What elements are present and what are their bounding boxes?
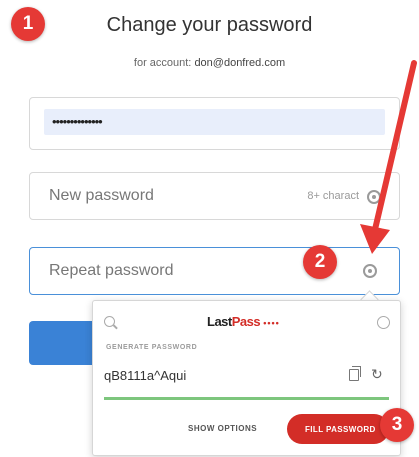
arrow-head: [360, 224, 390, 254]
annotation-arrow: [360, 60, 417, 254]
arrow-shaft: [370, 60, 417, 241]
